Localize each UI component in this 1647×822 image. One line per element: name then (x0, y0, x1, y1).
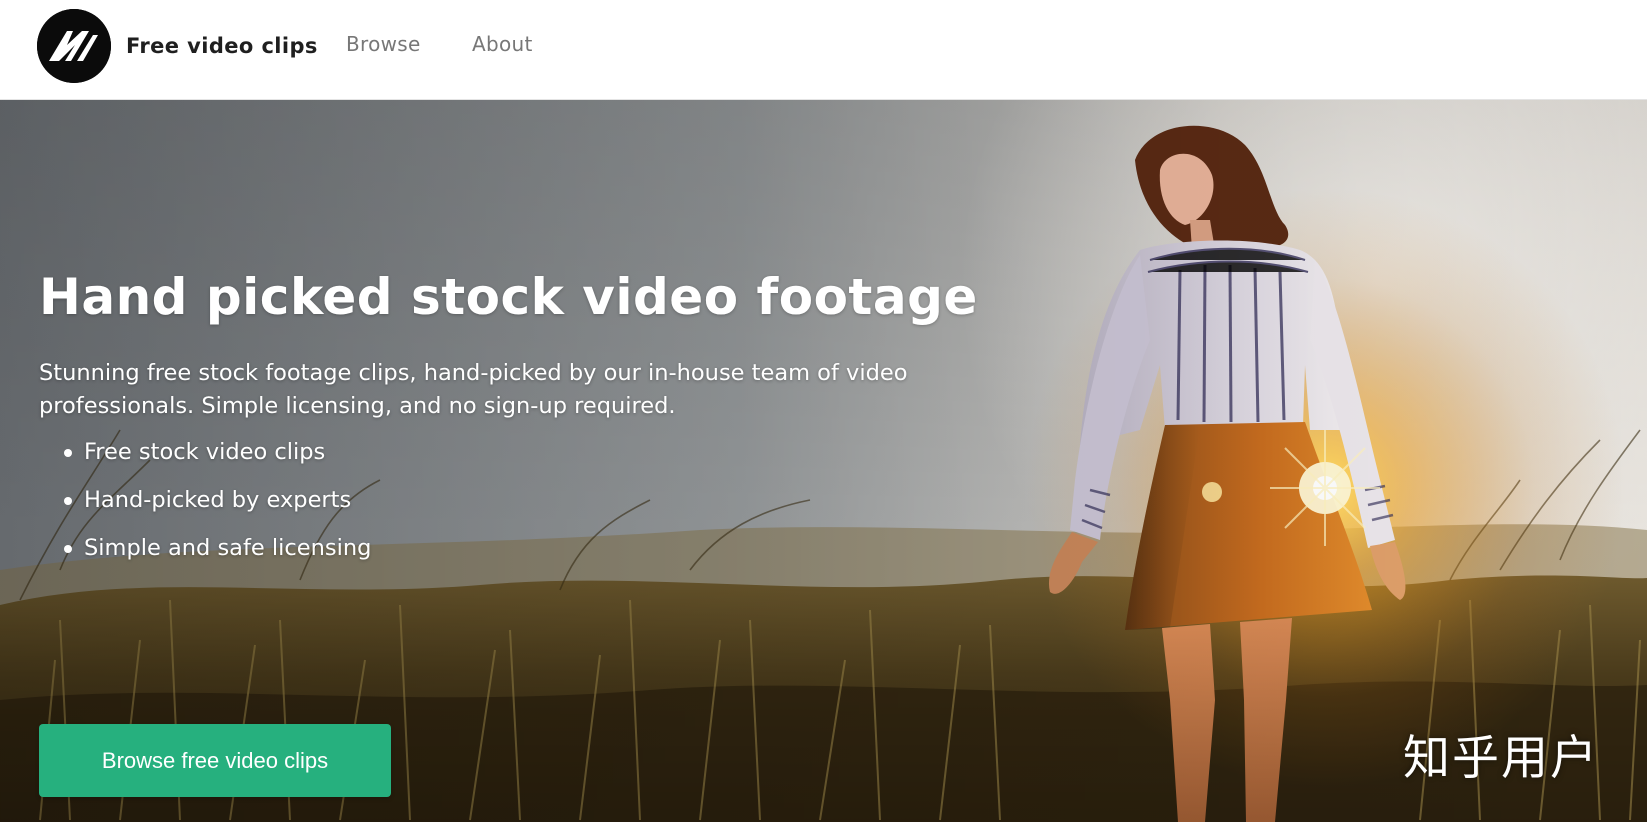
hero-title: Hand picked stock video footage (39, 268, 978, 326)
site-header: Free video clips Browse About (0, 0, 1647, 100)
feature-item: Hand-picked by experts (39, 484, 979, 532)
zhihu-watermark: 知乎用户 (1403, 731, 1599, 786)
feature-item: Simple and safe licensing (39, 532, 979, 580)
browse-free-clips-button[interactable]: Browse free video clips (39, 724, 391, 797)
hero-lead-text: Stunning free stock footage clips, hand-… (39, 360, 908, 419)
nav-about-link[interactable]: About (472, 32, 533, 56)
brand-name: Free video clips (126, 34, 318, 58)
nav-browse-link[interactable]: Browse (346, 32, 421, 56)
hero-content: Hand picked stock video footage Stunning… (39, 268, 979, 797)
feature-item: Free stock video clips (39, 436, 979, 484)
mixkit-logo-icon (37, 9, 111, 83)
brand-link[interactable]: Free video clips (37, 9, 318, 83)
hero-features-list: Free stock video clips Hand-picked by ex… (39, 436, 979, 580)
page: Free video clips Browse About Hand picke… (0, 0, 1647, 822)
hero-section: Hand picked stock video footage Stunning… (0, 100, 1647, 822)
